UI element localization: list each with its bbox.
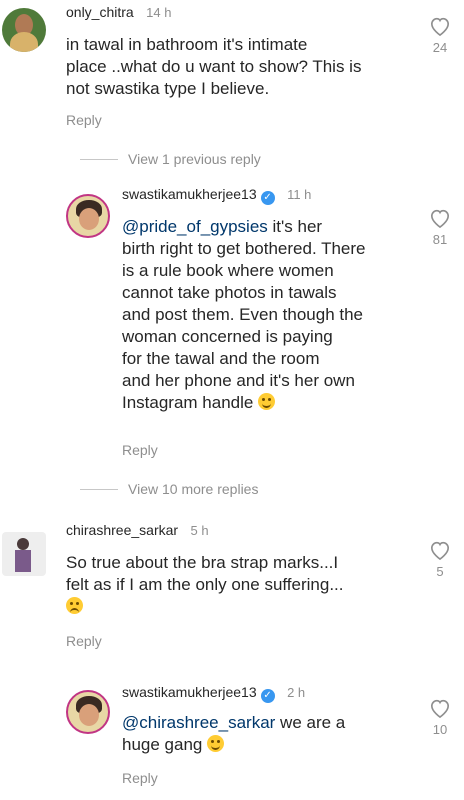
username[interactable]: chirashree_sarkar xyxy=(66,522,178,538)
view-previous-label: View 1 previous reply xyxy=(128,151,261,167)
comment-text: @pride_of_gypsies it's her birth right t… xyxy=(122,217,366,412)
verified-badge-icon: ✓ xyxy=(260,689,275,703)
timestamp: 5 h xyxy=(190,523,209,538)
like-count: 81 xyxy=(432,232,448,247)
comment-header: only_chitra 14 h xyxy=(66,4,171,22)
like-count: 10 xyxy=(432,722,448,737)
reply-button[interactable]: Reply xyxy=(66,112,102,128)
username[interactable]: only_chitra xyxy=(66,4,134,20)
avatar[interactable] xyxy=(2,8,46,52)
view-more-replies[interactable]: View 10 more replies xyxy=(80,481,258,497)
heart-icon xyxy=(430,699,450,718)
mention-link[interactable]: @chirashree_sarkar xyxy=(122,713,275,732)
avatar[interactable] xyxy=(66,194,110,238)
view-previous-replies[interactable]: View 1 previous reply xyxy=(80,151,261,167)
comment-header: swastikamukherjee13 ✓ 11 h xyxy=(122,186,311,205)
comment-only-chitra: only_chitra 14 h in tawal in bathroom it… xyxy=(0,0,464,140)
comment-header: swastikamukherjee13 ✓ 2 h xyxy=(122,684,305,703)
avatar[interactable] xyxy=(66,690,110,734)
avatar[interactable] xyxy=(2,532,46,576)
like-button[interactable]: 5 xyxy=(420,540,460,579)
like-count: 5 xyxy=(436,564,444,579)
comment-text: So true about the bra strap marks...I fe… xyxy=(66,552,406,618)
heart-icon xyxy=(430,17,450,36)
reply-swastika-1: swastikamukherjee13 ✓ 11 h @pride_of_gyps… xyxy=(0,186,464,466)
username[interactable]: swastikamukherjee13 xyxy=(122,684,257,700)
like-button[interactable]: 10 xyxy=(420,698,460,737)
like-button[interactable]: 24 xyxy=(420,16,460,55)
like-count: 24 xyxy=(432,40,448,55)
comment-text: @chirashree_sarkar we are a huge gang xyxy=(122,713,346,754)
heart-icon xyxy=(430,209,450,228)
laughing-emoji-icon xyxy=(207,735,225,752)
like-button[interactable]: 81 xyxy=(420,208,460,247)
username[interactable]: swastikamukherjee13 xyxy=(122,186,257,202)
comment-text: in tawal in bathroom it's intimate place… xyxy=(66,35,362,98)
reply-button[interactable]: Reply xyxy=(66,633,102,649)
timestamp: 2 h xyxy=(287,685,306,700)
timestamp: 11 h xyxy=(287,187,312,202)
heart-icon xyxy=(430,541,450,560)
reply-button[interactable]: Reply xyxy=(122,442,158,458)
laughing-emoji-icon xyxy=(258,393,276,410)
comment-header: chirashree_sarkar 5 h xyxy=(66,522,209,540)
comment-chirashree: chirashree_sarkar 5 h So true about the … xyxy=(0,518,464,658)
view-more-label: View 10 more replies xyxy=(128,481,259,497)
reply-swastika-2: swastikamukherjee13 ✓ 2 h @chirashree_sar… xyxy=(0,684,464,800)
mention-link[interactable]: @pride_of_gypsies xyxy=(122,217,268,236)
verified-badge-icon: ✓ xyxy=(260,191,275,205)
timestamp: 14 h xyxy=(146,5,172,20)
sad-emoji-icon xyxy=(66,597,83,614)
reply-button[interactable]: Reply xyxy=(122,770,158,786)
